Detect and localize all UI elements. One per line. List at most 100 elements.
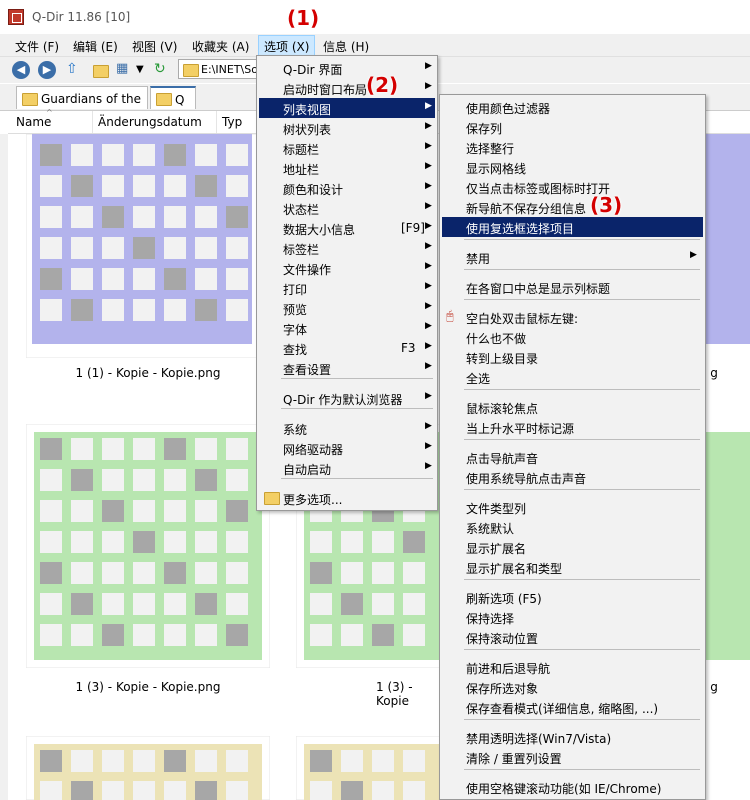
listview-item-11[interactable]: 转到上级目录 (442, 347, 703, 367)
listview-item-8[interactable]: 在各窗口中总是显示列标题 (442, 277, 703, 297)
tab-guardians[interactable]: Guardians of the ... (16, 86, 148, 120)
options-item-3[interactable]: 树状列表 ▶ (259, 118, 435, 138)
file-caption[interactable]: 1 (1) - Kopie - Kopie.png (26, 366, 270, 380)
menu-file[interactable]: 文件 (F) (10, 37, 64, 56)
column-name[interactable]: Name (16, 115, 51, 129)
window-title: Q-Dir 11.86 [10] (32, 10, 131, 24)
listview-item-23[interactable]: 保持滚动位置 (442, 627, 703, 647)
options-item-20[interactable]: 更多选项... (259, 488, 435, 508)
options-item-4[interactable]: 标题栏 ▶ (259, 138, 435, 158)
listview-item-label: 使用空格键滚动功能(如 IE/Chrome) (466, 782, 662, 796)
listview-item-3[interactable]: 显示网格线 (442, 157, 703, 177)
listview-item-label: 选择整行 (466, 142, 515, 156)
forward-icon[interactable]: ▶ (38, 61, 56, 79)
options-item-18[interactable]: 网络驱动器 ▶ (259, 438, 435, 458)
listview-item-15[interactable]: 点击导航声音 (442, 447, 703, 467)
options-item-12[interactable]: 预览 ▶ (259, 298, 435, 318)
menu-separator (281, 378, 433, 379)
listview-item-24[interactable]: 前进和后退导航 (442, 657, 703, 677)
listview-item-18[interactable]: 系统默认 (442, 517, 703, 537)
listview-item-label: 保存所选对象 (466, 682, 539, 696)
options-item-13[interactable]: 字体 ▶ (259, 318, 435, 338)
listview-item-17[interactable]: 文件类型列 (442, 497, 703, 517)
listview-item-21[interactable]: 刷新选项 (F5) (442, 587, 703, 607)
chevron-down-icon[interactable]: ▼ (136, 64, 154, 82)
file-caption[interactable]: 1 (3) - Kopie - Kopie.png (26, 680, 270, 694)
menu-info[interactable]: 信息 (H) (318, 37, 374, 56)
submenu-arrow-icon: ▶ (425, 281, 432, 291)
options-item-label: 列表视图 (283, 103, 332, 117)
column-type[interactable]: Typ (222, 115, 242, 129)
options-item-16[interactable]: Q-Dir 作为默认浏览器 ▶ (259, 388, 435, 408)
menu-favorites[interactable]: 收藏夹 (A) (187, 37, 254, 56)
listview-item-10[interactable]: 什么也不做 (442, 327, 703, 347)
options-item-2[interactable]: 列表视图 ▶ (259, 98, 435, 118)
options-item-label: 查看设置 (283, 363, 332, 377)
listview-item-0[interactable]: 使用颜色过滤器 (442, 97, 703, 117)
submenu-arrow-icon: ▶ (425, 81, 432, 91)
listview-item-26[interactable]: 保存查看模式(详细信息, 缩略图, ...) (442, 697, 703, 717)
options-item-label: 自动启动 (283, 463, 332, 477)
listview-item-27[interactable]: 禁用透明选择(Win7/Vista) (442, 727, 703, 747)
options-item-15[interactable]: 查看设置 ▶ (259, 358, 435, 378)
view-mode-icon[interactable]: ▦ (116, 61, 134, 79)
options-item-11[interactable]: 打印 ▶ (259, 278, 435, 298)
file-caption[interactable]: g (704, 366, 724, 380)
options-item-label: 查找 (283, 343, 308, 357)
options-item-19[interactable]: 自动启动 ▶ (259, 458, 435, 478)
options-item-8[interactable]: 数据大小信息 [F9] ▶ (259, 218, 435, 238)
listview-item-20[interactable]: 显示扩展名和类型 (442, 557, 703, 577)
options-item-label: 更多选项... (283, 493, 343, 507)
listview-item-13[interactable]: 鼠标滚轮焦点 (442, 397, 703, 417)
listview-item-25[interactable]: 保存所选对象 (442, 677, 703, 697)
tab-q[interactable]: Q (150, 86, 196, 109)
options-item-1[interactable]: 启动时窗口布局 ▶ (259, 78, 435, 98)
thumbnail-2-1[interactable] (26, 424, 270, 668)
listview-item-14[interactable]: 当上升水平时标记源 (442, 417, 703, 437)
options-item-7[interactable]: 状态栏 ▶ (259, 198, 435, 218)
address-bar[interactable]: E:\INET\So (178, 59, 258, 79)
file-caption[interactable]: g (704, 680, 724, 694)
listview-item-29[interactable]: 使用空格键滚动功能(如 IE/Chrome) (442, 777, 703, 797)
menu-separator (464, 239, 700, 240)
thumbnail-3-1[interactable] (26, 736, 270, 800)
listview-item-label: 在各窗口中总是显示列标题 (466, 282, 611, 296)
listview-item-6[interactable]: 使用复选框选择项目 (442, 217, 703, 237)
new-folder-icon[interactable] (92, 61, 110, 79)
app-icon[interactable] (8, 9, 24, 25)
listview-item-19[interactable]: 显示扩展名 (442, 537, 703, 557)
listview-item-2[interactable]: 选择整行 (442, 137, 703, 157)
column-date[interactable]: Änderungsdatum (98, 115, 202, 129)
listview-item-22[interactable]: 保持选择 (442, 607, 703, 627)
listview-item-1[interactable]: 保存列 (442, 117, 703, 137)
options-item-17[interactable]: 系统 ▶ (259, 418, 435, 438)
up-folder-icon[interactable]: ⇧ (66, 61, 84, 79)
back-icon[interactable]: ◀ (12, 61, 30, 79)
thumbnail-1-1[interactable] (26, 134, 262, 358)
submenu-arrow-icon: ▶ (425, 261, 432, 271)
thumbnail-3-2[interactable] (296, 736, 442, 800)
submenu-arrow-icon: ▶ (425, 141, 432, 151)
listview-item-9: 空白处双击鼠标左键: 🖰 (442, 307, 703, 327)
options-item-6[interactable]: 颜色和设计 ▶ (259, 178, 435, 198)
options-item-10[interactable]: 文件操作 ▶ (259, 258, 435, 278)
listview-item-label: 新导航不保存分组信息 (466, 202, 587, 216)
file-caption[interactable]: 1 (3) - Kopie (376, 680, 440, 708)
options-item-14[interactable]: 查找 F3 ▶ (259, 338, 435, 358)
listview-item-28[interactable]: 清除 / 重置列设置 (442, 747, 703, 767)
options-item-0[interactable]: Q-Dir 界面 ▶ (259, 58, 435, 78)
options-item-9[interactable]: 标签栏 ▶ (259, 238, 435, 258)
menu-edit[interactable]: 编辑 (E) (68, 37, 123, 56)
menu-view[interactable]: 视图 (V) (127, 37, 182, 56)
submenu-arrow-icon: ▶ (425, 101, 432, 111)
listview-item-16[interactable]: 使用系统导航点击声音 (442, 467, 703, 487)
options-item-label: 颜色和设计 (283, 183, 344, 197)
options-item-5[interactable]: 地址栏 ▶ (259, 158, 435, 178)
listview-item-7[interactable]: 禁用 ▶ (442, 247, 703, 267)
listview-item-label: 系统默认 (466, 522, 515, 536)
listview-item-label: 显示扩展名和类型 (466, 562, 563, 576)
listview-item-12[interactable]: 全选 (442, 367, 703, 387)
listview-item-4[interactable]: 仅当点击标签或图标时打开 (442, 177, 703, 197)
refresh-icon[interactable]: ↻ (154, 61, 172, 79)
listview-item-5[interactable]: 新导航不保存分组信息 (442, 197, 703, 217)
